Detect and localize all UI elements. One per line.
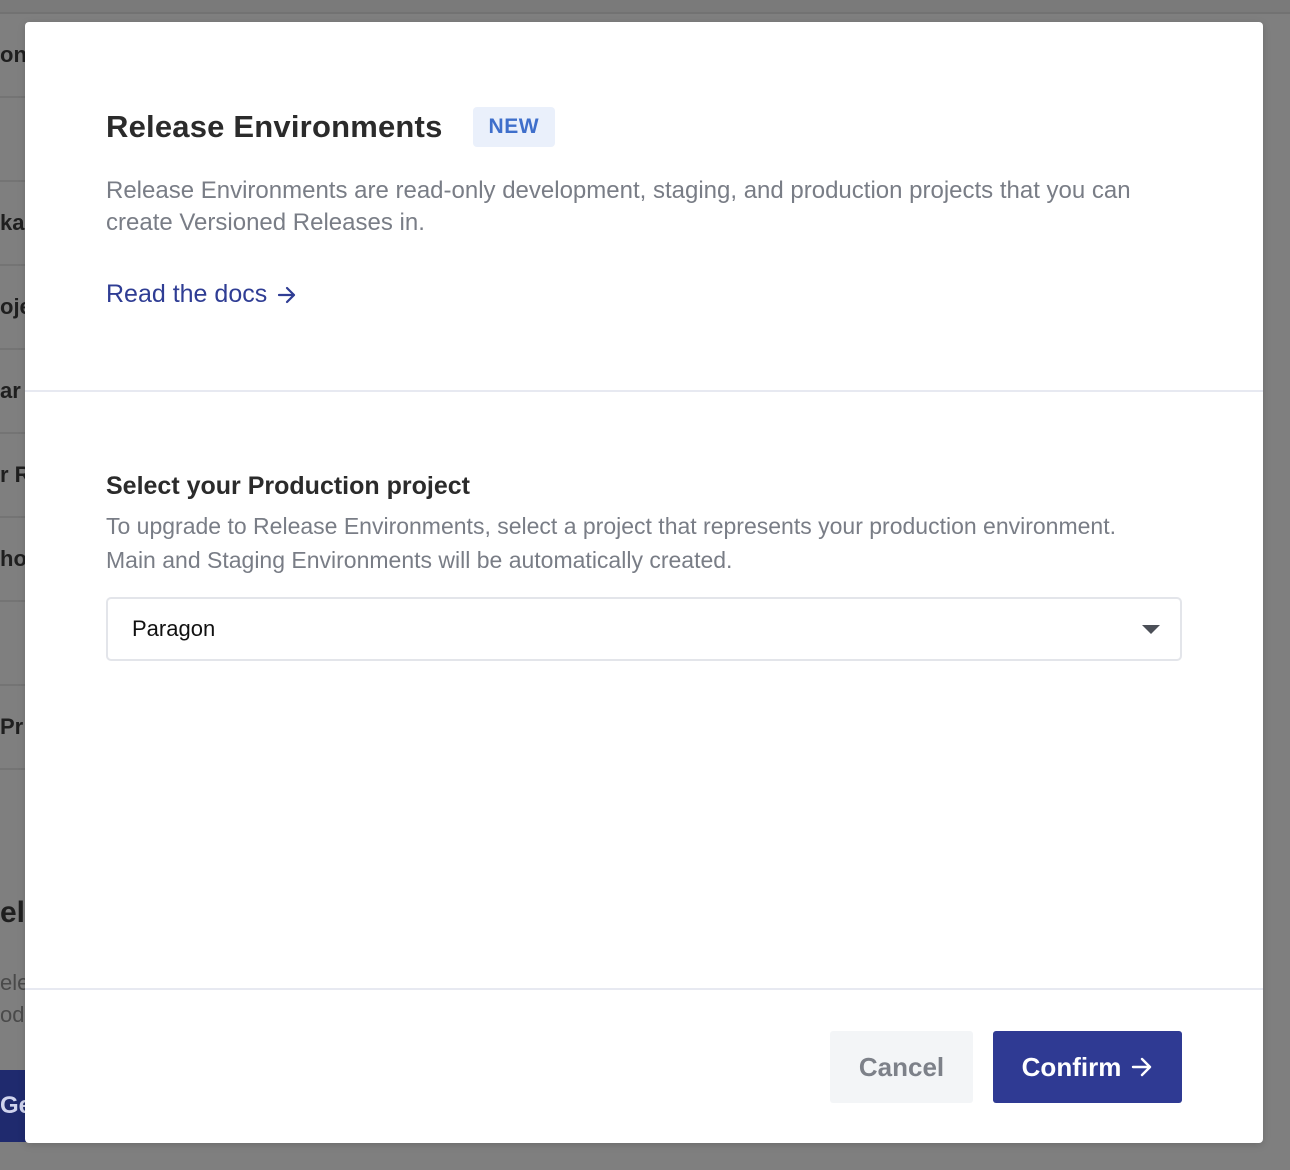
modal-header: Release Environments NEW Release Environ… xyxy=(25,22,1263,392)
modal-description: Release Environments are read-only devel… xyxy=(106,177,1131,236)
section-description: To upgrade to Release Environments, sele… xyxy=(106,513,1117,573)
background-heading: el xyxy=(0,896,26,929)
cancel-button[interactable]: Cancel xyxy=(830,1031,973,1103)
background-row-label: ka xyxy=(0,210,25,235)
modal-title: Release Environments xyxy=(106,109,443,144)
background-row-label: ho xyxy=(0,546,27,571)
section-title: Select your Production project xyxy=(106,472,470,500)
caret-down-icon xyxy=(1142,625,1160,634)
background-row-label: on xyxy=(0,42,27,67)
arrow-right-icon xyxy=(278,286,296,303)
new-badge: NEW xyxy=(472,107,556,147)
background-row-label: ar xyxy=(0,378,21,403)
confirm-button[interactable]: Confirm xyxy=(993,1031,1182,1103)
title-row: Release Environments NEW xyxy=(106,107,556,147)
arrow-right-icon xyxy=(1132,1057,1152,1077)
modal-footer: Cancel Confirm xyxy=(25,990,1263,1141)
background-row-label: Pr xyxy=(0,714,24,739)
background-top-bar xyxy=(0,0,1290,14)
cancel-button-label: Cancel xyxy=(858,1051,945,1082)
background-text: od xyxy=(0,1002,25,1027)
production-project-select[interactable]: Paragon xyxy=(106,597,1182,661)
modal-body: Select your Production project To upgrad… xyxy=(25,392,1263,990)
confirm-button-label: Confirm xyxy=(1021,1051,1122,1082)
read-docs-link[interactable]: Read the docs xyxy=(106,280,297,309)
read-docs-label: Read the docs xyxy=(106,280,268,308)
select-value: Paragon xyxy=(132,616,216,641)
release-environments-modal: Release Environments NEW Release Environ… xyxy=(25,22,1263,1143)
